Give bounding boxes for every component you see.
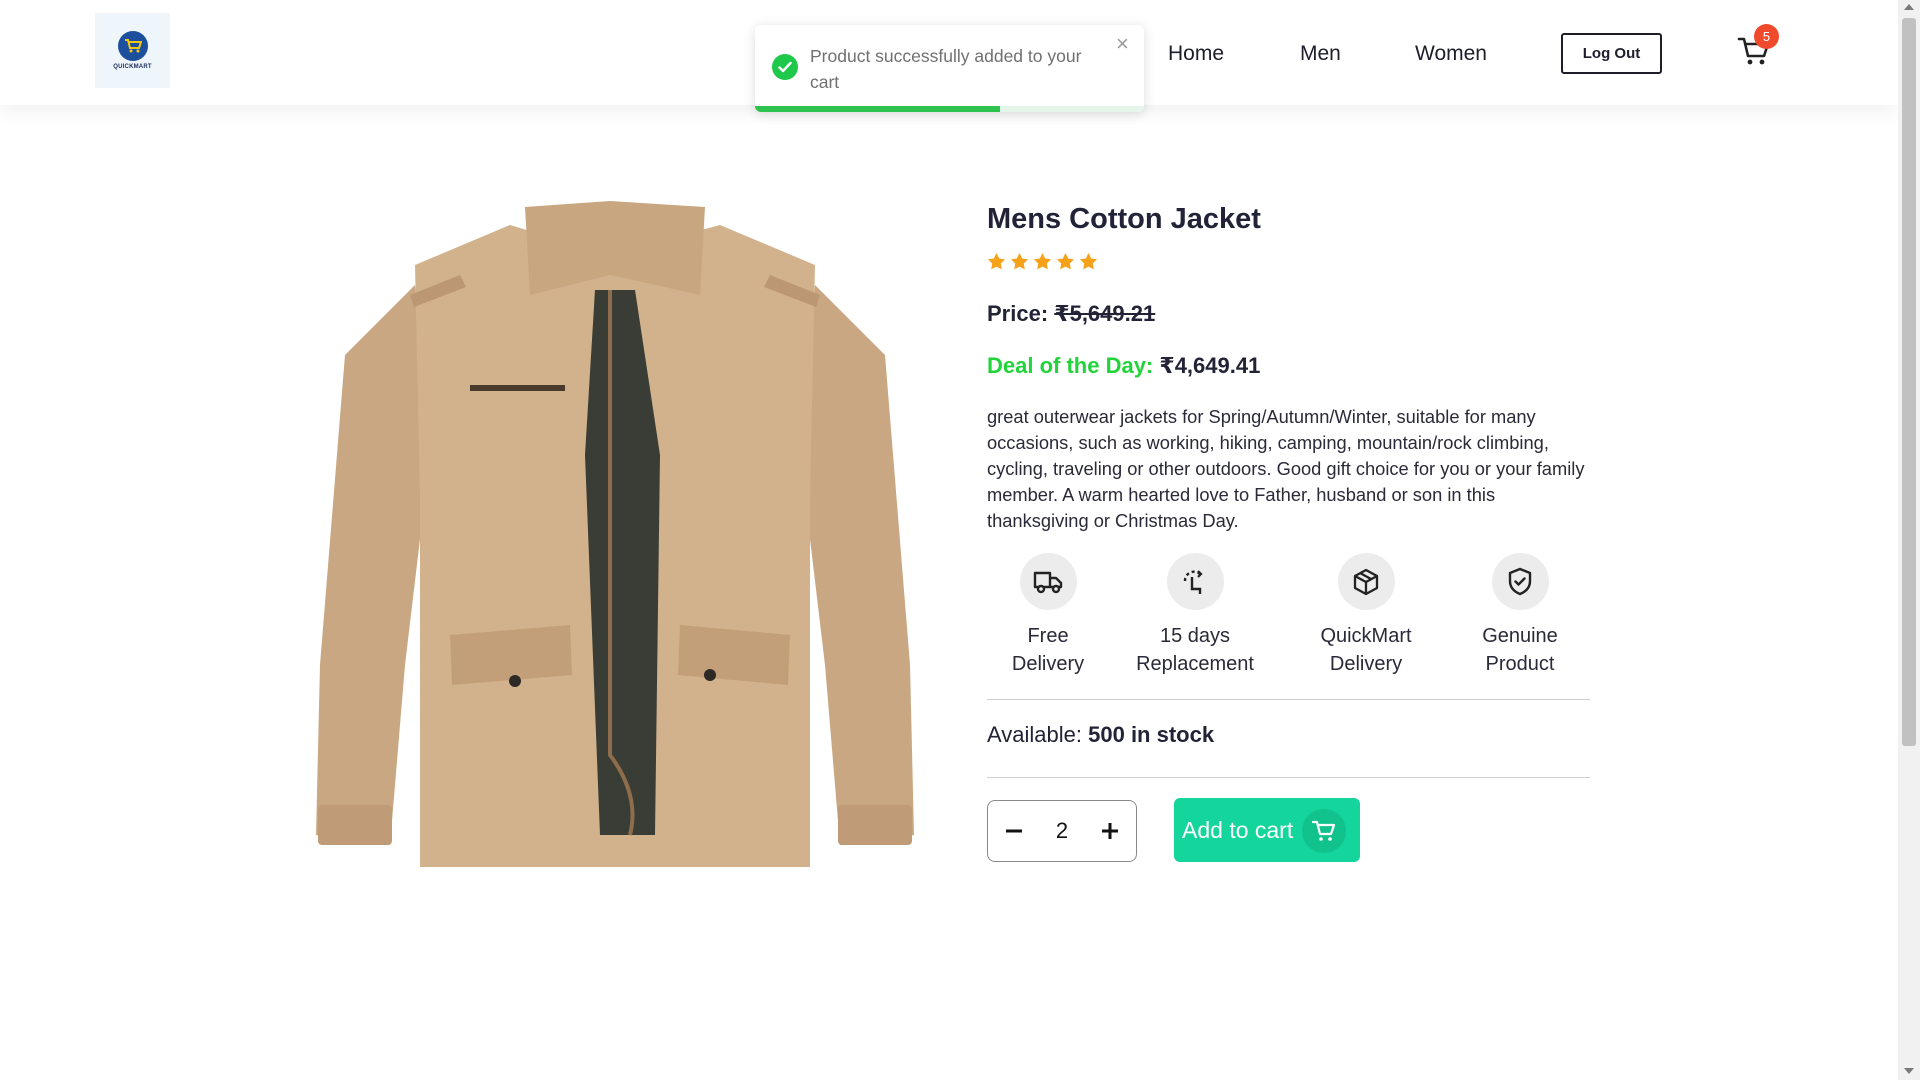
star-icon	[1056, 252, 1075, 270]
scroll-down-arrow-icon[interactable]	[1904, 1068, 1914, 1074]
feature-label: QuickMart Delivery	[1320, 625, 1412, 675]
product-description: great outerwear jackets for Spring/Autum…	[987, 406, 1585, 531]
feature-list: Free Delivery 15 days Replacement QuickM…	[987, 553, 1589, 683]
product-image	[310, 195, 920, 885]
feature-label: Genuine Product	[1482, 625, 1558, 675]
plus-icon[interactable]	[1099, 820, 1121, 842]
divider	[987, 777, 1590, 778]
feature-replacement: 15 days Replacement	[1115, 553, 1275, 678]
original-price-value: ₹5,649.21	[1054, 301, 1156, 326]
deal-price-value: ₹4,649.41	[1159, 353, 1261, 378]
nav-women[interactable]: Women	[1415, 42, 1487, 66]
close-icon[interactable]: ×	[1116, 33, 1129, 55]
feature-free-delivery: Free Delivery	[968, 553, 1128, 678]
toast-progress-bar	[755, 106, 1001, 112]
truck-icon	[1019, 553, 1077, 610]
star-icon	[987, 252, 1006, 270]
add-to-cart-label: Add to cart	[1182, 816, 1294, 843]
shield-check-icon	[1491, 553, 1549, 610]
feature-genuine-product: Genuine Product	[1440, 553, 1600, 678]
star-icon	[1010, 252, 1029, 270]
deal-price: Deal of the Day: ₹4,649.41	[987, 353, 1260, 379]
package-icon	[1337, 553, 1395, 610]
quantity-stepper: 2	[987, 800, 1137, 862]
quantity-value[interactable]: 2	[1056, 818, 1068, 844]
star-icon	[1033, 252, 1052, 270]
price-label: Price:	[987, 301, 1049, 326]
divider	[987, 699, 1590, 700]
feature-quickmart-delivery: QuickMart Delivery	[1286, 553, 1446, 678]
toast-message: Product successfully added to your cart	[810, 46, 1082, 92]
deal-label: Deal of the Day:	[987, 353, 1154, 378]
feature-label: Free Delivery	[1011, 625, 1085, 675]
replacement-icon	[1166, 553, 1224, 610]
available-value: 500 in stock	[1088, 722, 1215, 747]
available-label: Available:	[987, 722, 1082, 747]
rating-stars	[987, 252, 1098, 271]
feature-label: 15 days Replacement	[1136, 625, 1254, 675]
quickmart-logo[interactable]: QUICKMART	[95, 13, 170, 88]
scroll-up-arrow-icon[interactable]	[1904, 4, 1914, 10]
check-circle-icon	[772, 54, 798, 80]
cart-logo-icon	[117, 31, 148, 61]
stock-availability: Available: 500 in stock	[987, 722, 1214, 748]
nav-men[interactable]: Men	[1300, 42, 1341, 66]
original-price: Price: ₹5,649.21	[987, 301, 1155, 327]
star-icon	[1079, 252, 1098, 270]
minus-icon[interactable]	[1003, 820, 1025, 842]
nav-home[interactable]: Home	[1168, 42, 1224, 66]
logo-text: QUICKMART	[113, 64, 152, 70]
cart-count-badge: 5	[1754, 24, 1779, 49]
product-title: Mens Cotton Jacket	[987, 203, 1261, 235]
success-toast: Product successfully added to your cart …	[755, 25, 1144, 112]
add-to-cart-button[interactable]: Add to cart	[1174, 798, 1360, 862]
logout-button[interactable]: Log Out	[1561, 33, 1662, 74]
cart-icon	[1302, 809, 1346, 853]
scrollbar-thumb[interactable]	[1902, 18, 1916, 746]
